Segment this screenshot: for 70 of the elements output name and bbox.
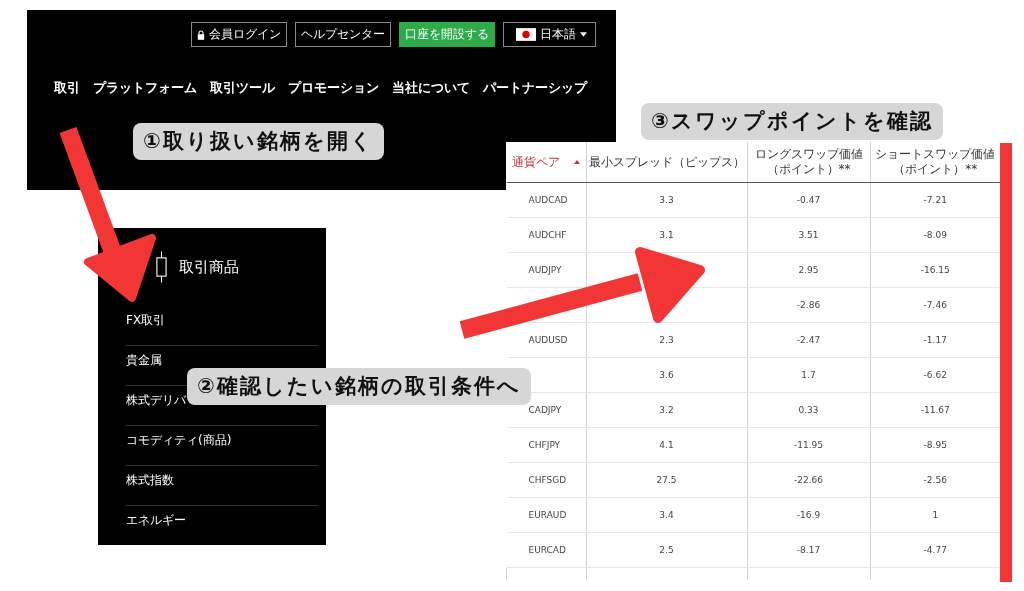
table-cell: -2.47 [796,335,821,345]
table-cell: 1 [932,510,939,520]
column-header[interactable]: ロングスワップ価値 [747,147,870,162]
menu-link[interactable]: 取引ツール [210,79,275,97]
table-cell: 3.51 [798,230,819,240]
table-cell: CHFSGD [528,475,567,485]
table-cell: AUDCAD [528,195,568,205]
table-cell: -2.86 [796,300,821,310]
table-cell: 2.5 [659,545,674,555]
table-cell: -8.95 [923,440,947,450]
step-caption: ③スワップポイントを確認 [641,103,943,140]
table-cell: 3.6 [659,370,674,380]
table-cell: 3.2 [659,405,674,415]
table-cell: -16.9 [796,510,821,520]
table-cell: 3.4 [659,510,674,520]
table-cell: AUDCHF [528,230,567,240]
table-cell: 1.7 [801,370,816,380]
table-cell: -16.15 [920,265,950,275]
table-cell: 0.33 [798,405,819,415]
table-cell: 2.95 [798,265,819,275]
candlestick-icon [156,251,167,283]
menu-link[interactable]: プラットフォーム [93,79,197,97]
menu-link[interactable]: 当社について [392,79,470,97]
menu-link[interactable]: プロモーション [288,79,379,97]
language-button[interactable]: 日本語 [503,22,596,47]
table-cell: -22.66 [794,475,823,485]
flag-icon [516,28,536,41]
table-cell: -7.46 [923,300,947,310]
table-cell: -11.95 [794,440,823,450]
table-cell: -0.47 [796,195,821,205]
help-button[interactable]: ヘルプセンター [295,22,391,47]
table-cell: CADJPY [528,405,562,415]
product-link[interactable]: 貴金属 [126,353,162,367]
table-cell: AUDUSD [528,335,568,345]
menu-link[interactable]: 取引 [54,79,80,97]
sort-icon [574,160,580,164]
table-cell: -6.62 [923,370,947,380]
panel-title: 取引商品 [179,257,239,277]
column-note: （ポイント）** [892,162,979,177]
menu-link[interactable]: パートナーシップ [483,79,587,97]
step-caption: ①取り扱い銘柄を開く [133,123,384,160]
table-cell: -1.17 [923,335,947,345]
table-cell: 3.3 [659,195,674,205]
table-cell: 3.1 [659,230,674,240]
column-header[interactable]: 最小スプレッド（ピップス） [588,154,745,170]
table-cell: EURAUD [528,510,567,520]
product-link[interactable]: 株式デリバ [126,393,186,407]
table-cell: -7.21 [923,195,947,205]
table-cell: 2.3 [659,335,674,345]
product-link[interactable]: コモディティ(商品) [126,433,232,447]
product-link[interactable]: エネルギー [126,513,186,527]
table-cell: -8.17 [796,545,821,555]
step-caption: ②確認したい銘柄の取引条件へ [187,368,531,405]
table-cell: 4.1 [659,440,674,450]
table-cell: AUDJPY [528,265,562,275]
column-note: （ポイント）** [765,162,852,177]
product-link[interactable]: 株式指数 [126,473,174,487]
table-cell: 27.5 [656,475,677,485]
caret-icon [580,32,587,37]
login-button[interactable]: 会員ログイン [191,22,287,47]
column-header[interactable]: 通貨ペア [512,154,560,170]
lock-icon [197,29,205,40]
table-cell: EURCAD [528,545,566,555]
column-header[interactable]: ショートスワップ価値 [870,147,1000,162]
table-cell: -2.56 [923,475,947,485]
table-cell: -11.67 [920,405,950,415]
table-cell: CHFJPY [528,440,561,450]
table-cell: -4.77 [923,545,947,555]
product-link[interactable]: FX取引 [126,313,166,327]
table-cell: -8.09 [923,230,947,240]
